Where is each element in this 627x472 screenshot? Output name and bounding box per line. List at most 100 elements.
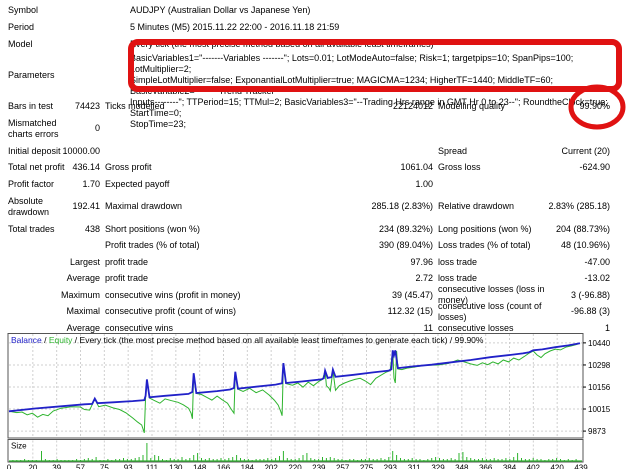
size-bar <box>470 458 472 461</box>
stats-cell: Ticks modelled 22124012 <box>100 98 433 115</box>
y-axis-label: 9873 <box>588 427 606 436</box>
size-bar <box>150 458 152 461</box>
stat-label: profit trade <box>105 256 149 267</box>
size-bar <box>357 460 359 461</box>
size-bar <box>302 455 304 461</box>
model-value: Every tick (the most precise method base… <box>130 39 434 49</box>
stats-cell: Total trades 438 <box>0 221 100 238</box>
size-bar <box>513 457 515 461</box>
stat-label: consecutive wins (profit in money) <box>105 289 241 300</box>
size-bar <box>384 459 386 461</box>
size-bar <box>419 459 421 461</box>
size-bar <box>380 458 382 461</box>
chart-legend: Balance / Equity / Every tick (the most … <box>11 335 483 345</box>
stat-label: Ticks modelled <box>105 100 165 111</box>
size-bar <box>364 459 366 461</box>
size-bar <box>28 460 29 461</box>
size-bar <box>536 459 538 461</box>
size-bar <box>333 458 335 461</box>
stat-value: 10000.00 <box>62 145 100 156</box>
period-value: 5 Minutes (M5) 2015.11.22 22:00 - 2016.1… <box>130 22 340 32</box>
stats-cell: consecutive loss (count of losses) -96.88… <box>433 301 610 322</box>
stat-value: 3 (-96.88) <box>570 289 610 300</box>
stats-row: Maximal consecutive profit (count of wins… <box>0 301 612 322</box>
stats-cell: Relative drawdown 2.83% (285.18) <box>433 193 610 222</box>
y-axis-label: 10440 <box>588 339 611 348</box>
stats-row: Profit factor 1.70 Expected payoff 1.00 <box>0 176 612 193</box>
stats-cell: loss trade -47.00 <box>433 254 610 271</box>
size-bar <box>571 460 573 461</box>
strategy-tester-report: Symbol AUDJPY (Australian Dollar vs Japa… <box>0 0 627 472</box>
size-bar <box>567 459 569 461</box>
size-bar <box>220 458 222 461</box>
y-axis-label: 10298 <box>588 361 611 370</box>
size-bar <box>181 457 183 461</box>
stats-cell: Spread Current (20) <box>433 143 610 160</box>
stats-cell: Gross loss -624.90 <box>433 160 610 177</box>
size-bar <box>197 453 199 461</box>
size-bar <box>212 459 214 461</box>
chart-canvas: 0 20 39 57 75 93 111 130 148 166 184 202 220 239 257 27… <box>7 333 611 472</box>
symbol-label: Symbol <box>8 5 39 15</box>
size-bar <box>224 459 226 461</box>
stat-value: 390 (89.04%) <box>378 240 433 251</box>
size-bar <box>60 460 62 461</box>
size-bar <box>240 458 241 461</box>
x-axis-label: 0 <box>7 464 12 470</box>
stat-value: 2.72 <box>415 273 433 284</box>
period-label: Period <box>8 22 35 32</box>
size-bar <box>501 459 503 461</box>
size-bar <box>91 459 93 461</box>
size-bar <box>173 459 175 461</box>
stats-cell: Total net profit 436.14 <box>0 160 100 177</box>
legend-equity-label: Equity <box>48 335 73 345</box>
size-bar <box>193 455 195 461</box>
stats-row: Mismatched charts errors 0 <box>0 115 612 144</box>
size-bar <box>286 458 288 461</box>
x-axis-label: 329 <box>431 464 445 470</box>
stat-value: 2.83% (285.18) <box>548 201 610 212</box>
size-bar <box>41 451 42 461</box>
stat-value: 234 (89.32%) <box>378 223 433 234</box>
size-bar <box>556 458 558 461</box>
stat-value: -47.00 <box>584 256 610 267</box>
stats-cell: Expected payoff 1.00 <box>100 176 433 193</box>
stat-label: Gross profit <box>105 162 152 173</box>
stat-label: Expected payoff <box>105 178 170 189</box>
stats-cell: Mismatched charts errors 0 <box>0 115 100 144</box>
size-bar <box>532 458 534 461</box>
size-bar <box>142 455 144 461</box>
size-bar <box>497 459 499 461</box>
size-bar <box>99 460 101 461</box>
size-bar <box>279 456 280 461</box>
size-bar <box>126 459 128 461</box>
size-bar <box>294 459 296 461</box>
size-bar <box>12 460 14 461</box>
x-axis-label: 420 <box>550 464 564 470</box>
size-bar <box>275 458 277 461</box>
stat-label: Long positions (won %) <box>438 223 532 234</box>
stats-row: Total trades 438 Short positions (won %) 23… <box>0 221 612 238</box>
x-axis-label: 293 <box>384 464 398 470</box>
stats-cell <box>100 143 433 160</box>
size-bar <box>310 458 312 461</box>
stats-cell <box>100 115 433 144</box>
size-bar <box>243 459 245 461</box>
size-bar <box>236 455 238 461</box>
stat-value: -13.02 <box>584 273 610 284</box>
size-bar <box>165 460 167 461</box>
stat-label: consecutive profit (count of wins) <box>105 306 237 317</box>
stats-cell: Initial deposit 10000.00 <box>0 143 100 160</box>
size-bar <box>31 460 33 461</box>
size-bar <box>552 459 554 461</box>
size-bar <box>560 459 561 461</box>
parameters-label: Parameters <box>8 69 55 80</box>
stats-row: Largest profit trade 97.96 loss trade -47.00 <box>0 254 612 271</box>
size-bar <box>489 459 491 461</box>
size-bar <box>474 459 476 461</box>
size-bar <box>325 458 327 461</box>
stat-label: Modelling quality <box>438 100 506 111</box>
stat-label: Absolute drawdown <box>8 195 50 217</box>
size-bar <box>298 458 300 461</box>
y-axis-label: 10156 <box>588 383 611 392</box>
